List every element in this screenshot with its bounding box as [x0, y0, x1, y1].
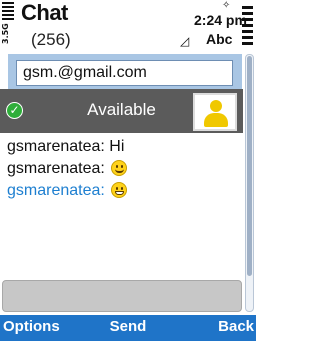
avatar-head: [210, 100, 222, 112]
contact-header: gsm.@gmail.com: [8, 54, 242, 90]
page-title: Chat: [21, 0, 68, 25]
chat-content: gsm.@gmail.com ✓ Available gsmarenatea: …: [0, 54, 256, 315]
input-mode-indicator: Abc: [206, 31, 233, 47]
status-title-bar: 3.5G Chat (256) ✧ 2:24 pm ◿ Abc: [0, 0, 256, 54]
message-item[interactable]: gsmarenatea:: [7, 180, 243, 202]
avatar-body: [204, 113, 228, 127]
message-item[interactable]: gsmarenatea:: [7, 158, 243, 180]
back-softkey[interactable]: Back: [218, 318, 254, 335]
message-list: gsmarenatea: Hi gsmarenatea: gsmarenatea…: [7, 136, 243, 202]
network-indicator: 3.5G: [1, 23, 15, 52]
contact-avatar: [193, 93, 237, 131]
message-sender: gsmarenatea:: [7, 138, 105, 155]
message-item[interactable]: gsmarenatea: Hi: [7, 136, 243, 158]
network-type-label: 3.5G: [1, 23, 10, 44]
presence-bar: ✓ Available: [0, 89, 243, 133]
battery-icon: [242, 6, 253, 54]
message-text: Hi: [109, 138, 125, 155]
message-sender: gsmarenatea:: [7, 160, 105, 177]
message-sender: gsmarenatea:: [7, 182, 105, 199]
chat-count: (256): [31, 30, 71, 49]
grin-emoji-icon: [111, 182, 128, 198]
softkey-bar: Options Send Back: [0, 315, 256, 341]
message-compose-input[interactable]: [2, 280, 242, 312]
scrollbar-thumb[interactable]: [247, 56, 252, 276]
bluetooth-icon: ✧: [222, 0, 231, 11]
pen-input-icon: ◿: [180, 34, 190, 48]
scrollbar[interactable]: [245, 54, 254, 312]
clock: 2:24 pm: [194, 12, 247, 28]
contact-email: gsm.@gmail.com: [16, 60, 233, 86]
signal-strength-icon: [2, 2, 14, 24]
smile-emoji-icon: [111, 160, 128, 176]
